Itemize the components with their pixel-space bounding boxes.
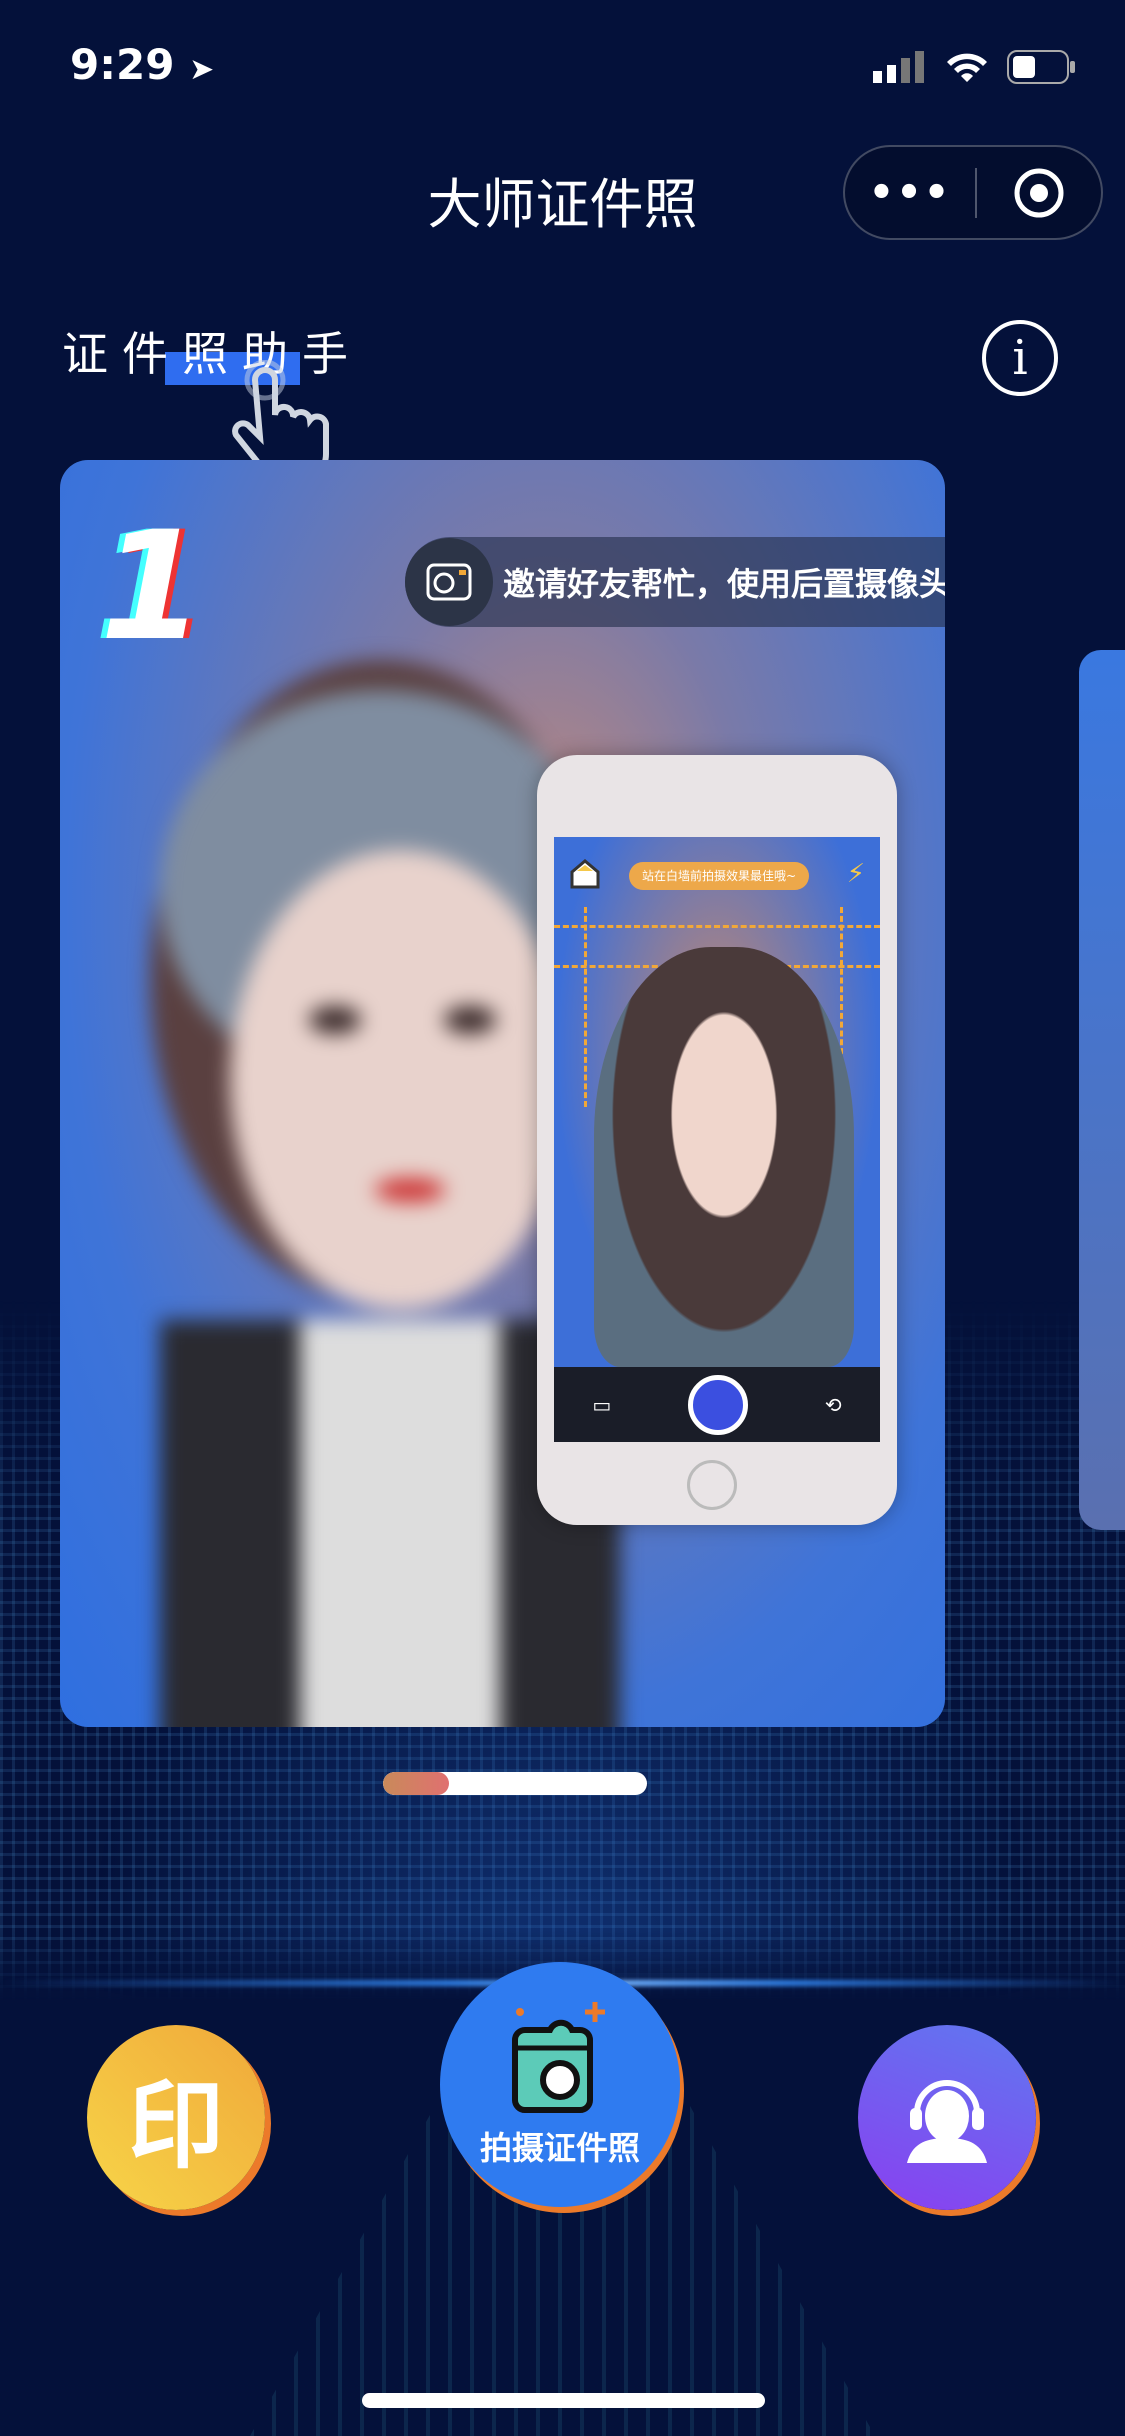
print-icon: 印 bbox=[128, 2070, 224, 2182]
carousel-progress-fill bbox=[383, 1772, 449, 1795]
time-text: 9:29 bbox=[70, 40, 175, 89]
phone-home-button bbox=[687, 1460, 737, 1510]
camera-icon bbox=[512, 2002, 605, 2113]
info-icon: i bbox=[1012, 330, 1028, 386]
step-number: 1 bbox=[100, 500, 205, 674]
switch-camera-icon: ⟲ bbox=[824, 1392, 842, 1417]
guide-line bbox=[554, 925, 880, 928]
guide-card[interactable]: 1 邀请好友帮忙，使用后置摄像头 站在白墙前拍摄效果最佳哦~ ⚡ ▭ ⟲ bbox=[60, 460, 945, 1727]
headset-agent-icon bbox=[907, 2079, 987, 2163]
battery-icon bbox=[1007, 50, 1075, 84]
customer-service-button[interactable] bbox=[858, 2025, 1036, 2210]
tip-text: 邀请好友帮忙，使用后置摄像头 bbox=[503, 565, 945, 603]
more-button[interactable]: ••• bbox=[845, 170, 975, 216]
signal-icon bbox=[873, 51, 924, 83]
status-bar: 9:29 ➤ bbox=[0, 40, 1125, 100]
target-icon bbox=[1014, 168, 1064, 217]
miniprogram-capsule: ••• bbox=[843, 145, 1103, 240]
guide-line bbox=[584, 907, 587, 1107]
location-icon: ➤ bbox=[189, 52, 215, 87]
status-time: 9:29 ➤ bbox=[70, 40, 214, 89]
tip-banner: 邀请好友帮忙，使用后置摄像头 bbox=[405, 537, 945, 627]
info-button[interactable]: i bbox=[982, 320, 1058, 396]
home-icon bbox=[570, 859, 600, 889]
phone-screen: 站在白墙前拍摄效果最佳哦~ ⚡ bbox=[554, 837, 880, 1367]
home-indicator[interactable] bbox=[362, 2393, 765, 2408]
phone-camera-bar: ▭ ⟲ bbox=[554, 1367, 880, 1442]
close-button[interactable] bbox=[977, 166, 1101, 220]
phone-portrait bbox=[594, 947, 854, 1367]
camera-icon bbox=[405, 538, 493, 626]
next-guide-card[interactable] bbox=[1079, 650, 1125, 1530]
shoot-id-photo-button[interactable]: 拍摄证件照 bbox=[440, 1962, 680, 2207]
flash-icon: ⚡ bbox=[846, 859, 865, 889]
gallery-icon: ▭ bbox=[592, 1392, 612, 1417]
phone-mockup: 站在白墙前拍摄效果最佳哦~ ⚡ ▭ ⟲ bbox=[537, 755, 897, 1525]
shoot-label: 拍摄证件照 bbox=[479, 2129, 640, 2167]
phone-tip: 站在白墙前拍摄效果最佳哦~ bbox=[629, 862, 809, 890]
shutter-icon bbox=[688, 1374, 749, 1435]
carousel-progress bbox=[383, 1772, 647, 1795]
wifi-icon bbox=[947, 53, 987, 82]
print-button[interactable]: 印 bbox=[87, 2025, 265, 2210]
